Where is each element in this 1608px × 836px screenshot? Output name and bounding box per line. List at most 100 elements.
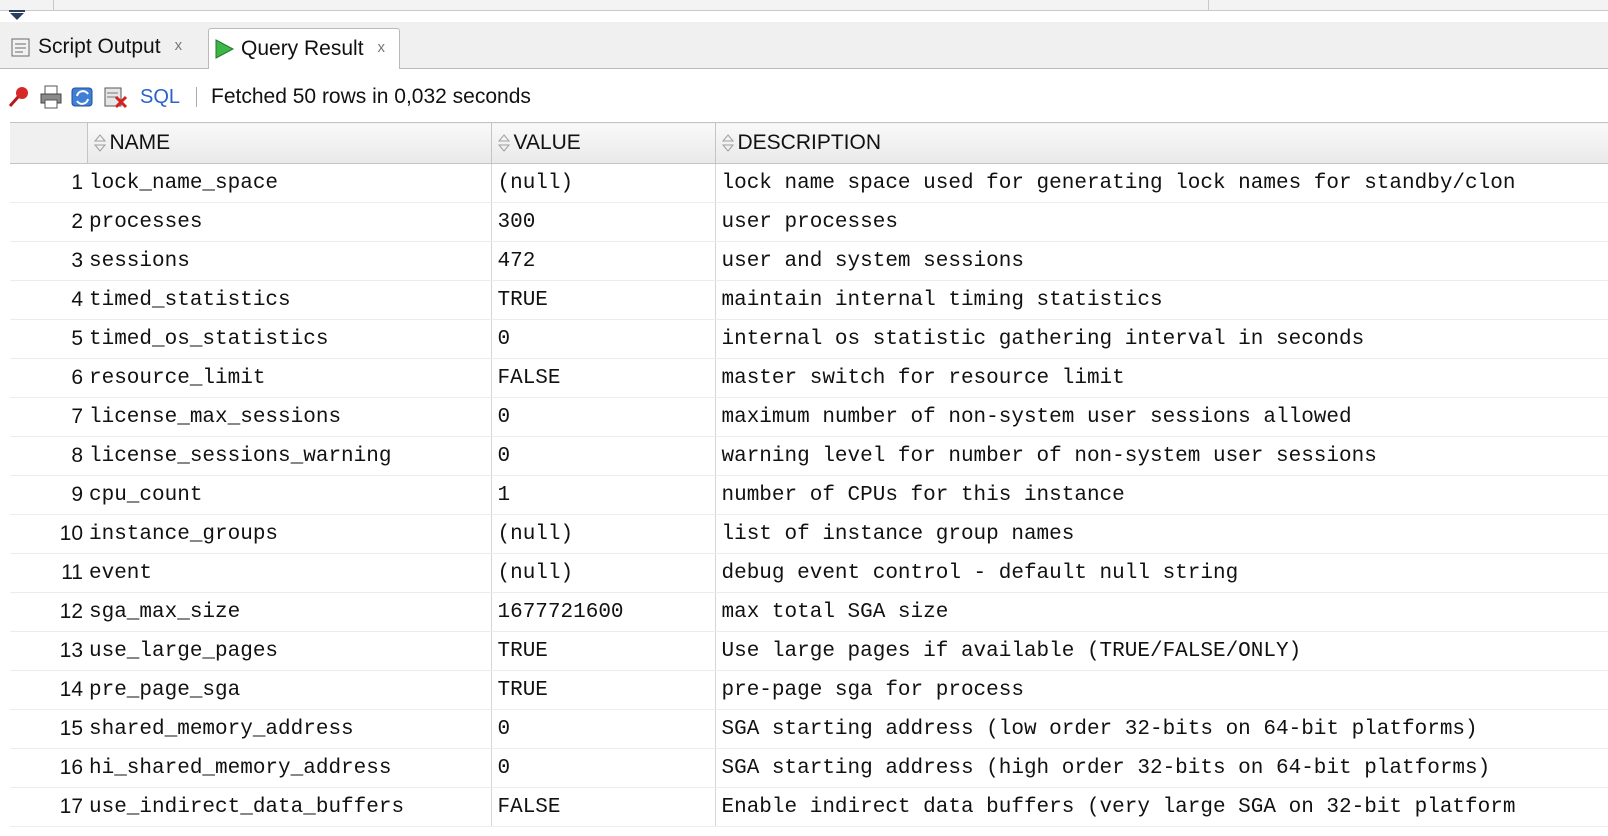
table-row[interactable]: 8 license_sessions_warning 0 warning level … (10, 436, 1608, 476)
cell-value[interactable]: 0 (491, 436, 716, 476)
table-row[interactable]: 5 timed_os_statistics 0 internal os statist… (10, 319, 1608, 359)
cell-description[interactable]: internal os statistic gathering interval… (715, 319, 1608, 359)
cell-name[interactable]: instance_groups (87, 514, 492, 554)
cell-value[interactable]: 0 (491, 319, 716, 359)
cell-value[interactable]: TRUE (491, 280, 716, 320)
sort-icon (93, 134, 106, 153)
table-row[interactable]: 13 use_large_pages TRUE Use large pages if … (10, 631, 1608, 671)
table-row[interactable]: 11 event (null) debug event control - defau… (10, 553, 1608, 593)
cell-value[interactable]: TRUE (491, 631, 716, 671)
cell-name[interactable]: hi_shared_memory_address (87, 748, 492, 788)
cell-description[interactable]: maximum number of non-system user sessio… (715, 397, 1608, 437)
cell-description[interactable]: user and system sessions (715, 241, 1608, 281)
cell-value[interactable]: (null) (491, 553, 716, 593)
cell-value[interactable]: (null) (491, 514, 716, 554)
table-row[interactable]: 12 sga_max_size 1677721600 max total SGA si… (10, 592, 1608, 632)
cell-name[interactable]: license_max_sessions (87, 397, 492, 437)
cell-name[interactable]: lock_name_space (87, 163, 492, 203)
tab-label: Script Output (38, 35, 161, 58)
cell-description[interactable]: maintain internal timing statistics (715, 280, 1608, 320)
table-row[interactable]: 10 instance_groups (null) list of instance … (10, 514, 1608, 554)
column-header-name[interactable]: NAME (86, 122, 492, 164)
cell-name[interactable]: sessions (87, 241, 492, 281)
column-header-description[interactable]: DESCRIPTION (714, 122, 1608, 164)
table-row[interactable]: 15 shared_memory_address 0 SGA starting add… (10, 709, 1608, 749)
cell-value[interactable]: 472 (491, 241, 716, 281)
table-row[interactable]: 16 hi_shared_memory_address 0 SGA starting … (10, 748, 1608, 788)
table-row[interactable]: 4 timed_statistics TRUE maintain internal t… (10, 280, 1608, 320)
print-icon[interactable] (38, 84, 64, 110)
cell-description[interactable]: max total SGA size (715, 592, 1608, 632)
result-table: NAME VALUE DESCRIPTION 1 lock_name_space… (10, 122, 1608, 827)
row-number: 13 (10, 631, 87, 671)
clear-icon[interactable] (102, 84, 128, 110)
collapse-arrow-icon[interactable] (6, 9, 28, 21)
column-header-value[interactable]: VALUE (490, 122, 716, 164)
cell-value[interactable]: FALSE (491, 358, 716, 398)
row-number: 11 (10, 553, 87, 593)
cell-name[interactable]: use_large_pages (87, 631, 492, 671)
cell-name[interactable]: processes (87, 202, 492, 242)
cell-value[interactable]: (null) (491, 163, 716, 203)
cell-name[interactable]: timed_statistics (87, 280, 492, 320)
cell-name[interactable]: sga_max_size (87, 592, 492, 632)
tab-query-result[interactable]: Query Result x (208, 28, 401, 69)
cell-name[interactable]: cpu_count (87, 475, 492, 515)
column-header-label: NAME (109, 131, 171, 154)
cell-value[interactable]: 300 (491, 202, 716, 242)
cell-value[interactable]: TRUE (491, 670, 716, 710)
cell-name[interactable]: resource_limit (87, 358, 492, 398)
row-number: 2 (10, 202, 87, 242)
close-tab-button[interactable]: x (378, 39, 386, 56)
cell-description[interactable]: lock name space used for generating lock… (715, 163, 1608, 203)
table-row[interactable]: 3 sessions 472 user and system sessions (10, 241, 1608, 281)
cell-value[interactable]: FALSE (491, 787, 716, 827)
row-number: 5 (10, 319, 87, 359)
tab-script-output[interactable]: Script Output x (6, 28, 182, 66)
cell-description[interactable]: user processes (715, 202, 1608, 242)
table-row[interactable]: 17 use_indirect_data_buffers FALSE Enable i… (10, 787, 1608, 827)
table-row[interactable]: 6 resource_limit FALSE master switch for re… (10, 358, 1608, 398)
cell-description[interactable]: master switch for resource limit (715, 358, 1608, 398)
cell-description[interactable]: pre-page sga for process (715, 670, 1608, 710)
cell-description[interactable]: debug event control - default null strin… (715, 553, 1608, 593)
cell-name[interactable]: pre_page_sga (87, 670, 492, 710)
cell-description[interactable]: SGA starting address (low order 32-bits … (715, 709, 1608, 749)
cell-description[interactable]: list of instance group names (715, 514, 1608, 554)
table-row[interactable]: 14 pre_page_sga TRUE pre-page sga for proce… (10, 670, 1608, 710)
cell-value[interactable]: 0 (491, 397, 716, 437)
cell-value[interactable]: 0 (491, 709, 716, 749)
cell-name[interactable]: timed_os_statistics (87, 319, 492, 359)
row-number-header (10, 122, 88, 164)
row-number: 10 (10, 514, 87, 554)
cell-name[interactable]: use_indirect_data_buffers (87, 787, 492, 827)
editor-bottom-edge (0, 0, 1608, 11)
row-number: 6 (10, 358, 87, 398)
divider (53, 0, 54, 10)
table-row[interactable]: 7 license_max_sessions 0 maximum number of … (10, 397, 1608, 437)
refresh-icon[interactable] (70, 84, 96, 110)
close-tab-button[interactable]: x (175, 37, 183, 54)
cell-description[interactable]: Use large pages if available (TRUE/FALSE… (715, 631, 1608, 671)
sort-icon (721, 134, 734, 153)
cell-description[interactable]: number of CPUs for this instance (715, 475, 1608, 515)
sql-link[interactable]: SQL (140, 86, 180, 109)
cell-value[interactable]: 0 (491, 748, 716, 788)
row-number: 9 (10, 475, 87, 515)
table-row[interactable]: 2 processes 300 user processes (10, 202, 1608, 242)
cell-name[interactable]: event (87, 553, 492, 593)
table-row[interactable]: 9 cpu_count 1 number of CPUs for this insta… (10, 475, 1608, 515)
cell-description[interactable]: Enable indirect data buffers (very large… (715, 787, 1608, 827)
row-number: 16 (10, 748, 87, 788)
table-row[interactable]: 1 lock_name_space (null) lock name space us… (10, 163, 1608, 203)
cell-name[interactable]: shared_memory_address (87, 709, 492, 749)
cell-value[interactable]: 1 (491, 475, 716, 515)
cell-name[interactable]: license_sessions_warning (87, 436, 492, 476)
results-tab-bar: Script Output x Query Result x (0, 22, 1608, 69)
pin-icon[interactable] (6, 84, 32, 110)
cell-value[interactable]: 1677721600 (491, 592, 716, 632)
fetch-status: Fetched 50 rows in 0,032 seconds (211, 85, 531, 108)
sort-icon (497, 134, 510, 153)
cell-description[interactable]: SGA starting address (high order 32-bits… (715, 748, 1608, 788)
cell-description[interactable]: warning level for number of non-system u… (715, 436, 1608, 476)
